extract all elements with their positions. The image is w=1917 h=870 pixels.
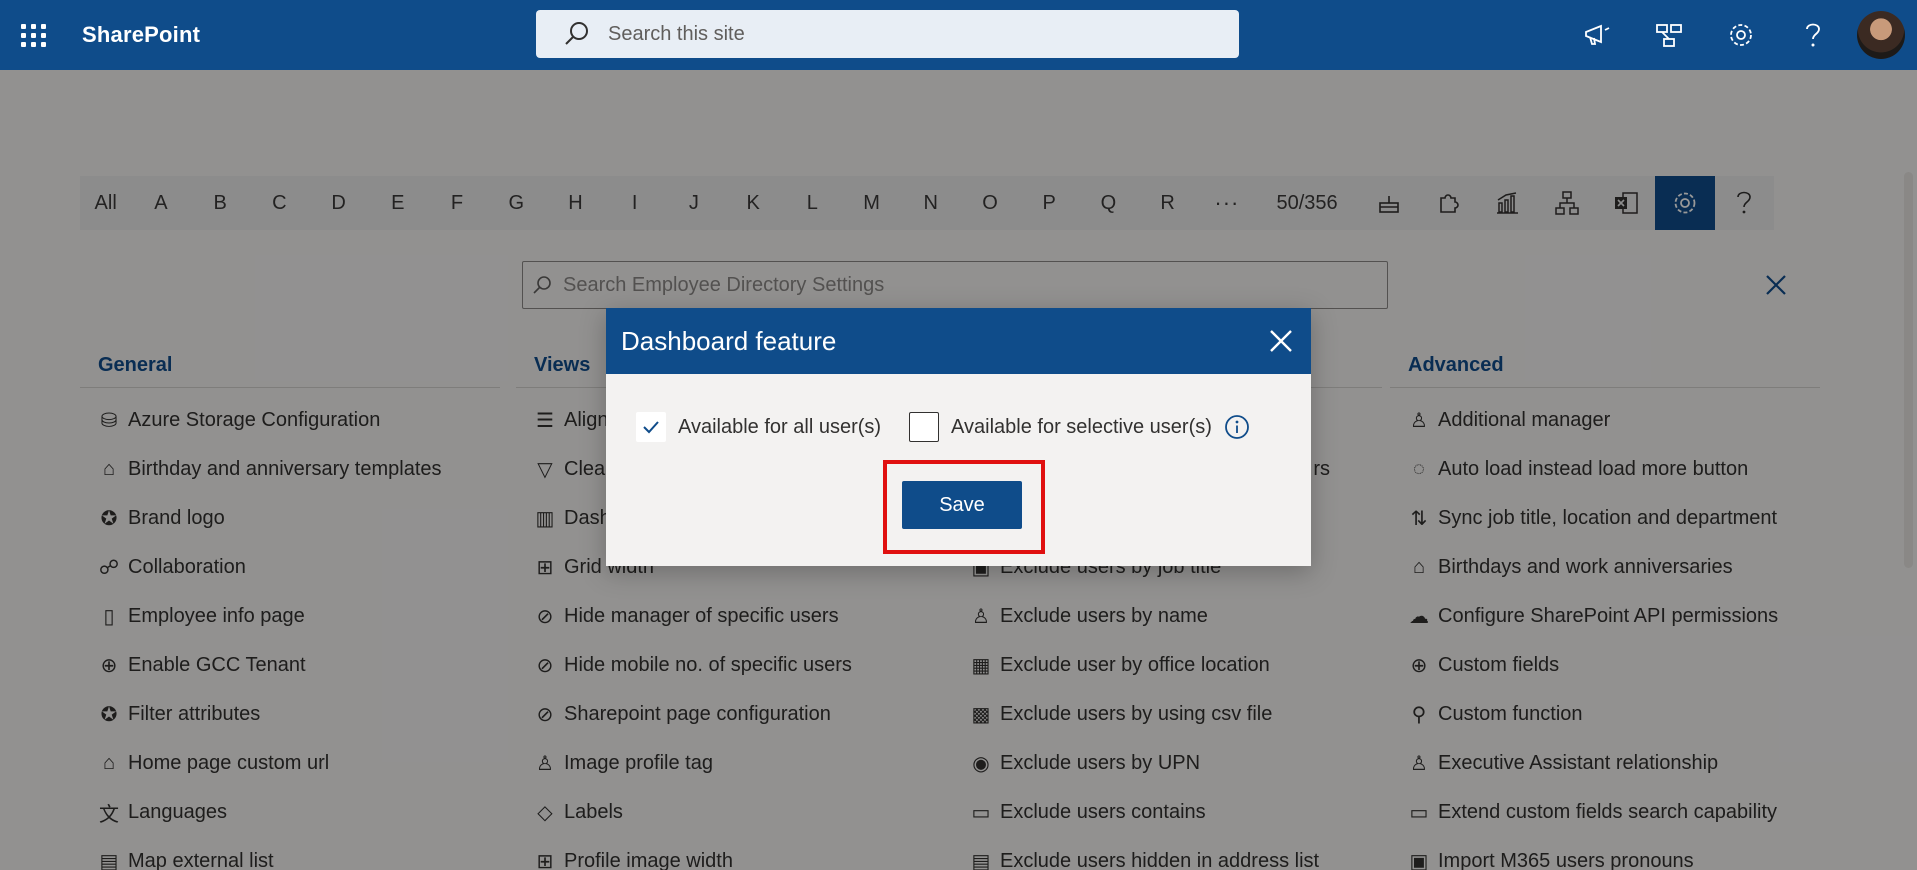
- help-icon[interactable]: [1777, 0, 1849, 70]
- gear-icon[interactable]: [1705, 0, 1777, 70]
- suite-bar: SharePoint Search this site: [0, 0, 1917, 70]
- checkmark-icon: [643, 421, 659, 434]
- megaphone-icon[interactable]: [1561, 0, 1633, 70]
- site-search-box[interactable]: Search this site: [536, 10, 1239, 58]
- network-icon[interactable]: [1633, 0, 1705, 70]
- selective-users-checkbox[interactable]: [909, 412, 940, 442]
- save-button[interactable]: Save: [902, 481, 1022, 529]
- info-icon[interactable]: [1224, 414, 1250, 440]
- dashboard-feature-dialog: Dashboard feature Available for all user…: [606, 308, 1311, 566]
- dialog-title: Dashboard feature: [621, 325, 837, 356]
- app-launcher-icon[interactable]: [20, 21, 48, 49]
- dialog-header: Dashboard feature: [606, 308, 1311, 374]
- search-icon: [565, 22, 588, 45]
- page-scrollbar[interactable]: [1900, 70, 1917, 870]
- suite-bar-actions: [1561, 0, 1917, 70]
- availability-options: Available for all user(s) Available for …: [636, 412, 1250, 442]
- selective-users-label: Available for selective user(s): [951, 415, 1212, 438]
- close-icon[interactable]: [1265, 325, 1297, 357]
- avatar[interactable]: [1857, 11, 1905, 59]
- all-users-checkbox[interactable]: [636, 412, 666, 442]
- brand-title[interactable]: SharePoint: [82, 22, 200, 48]
- all-users-label: Available for all user(s): [678, 415, 882, 438]
- site-search-placeholder: Search this site: [608, 22, 745, 45]
- save-highlight-box: Save: [883, 460, 1045, 554]
- scrollbar-thumb[interactable]: [1904, 172, 1913, 568]
